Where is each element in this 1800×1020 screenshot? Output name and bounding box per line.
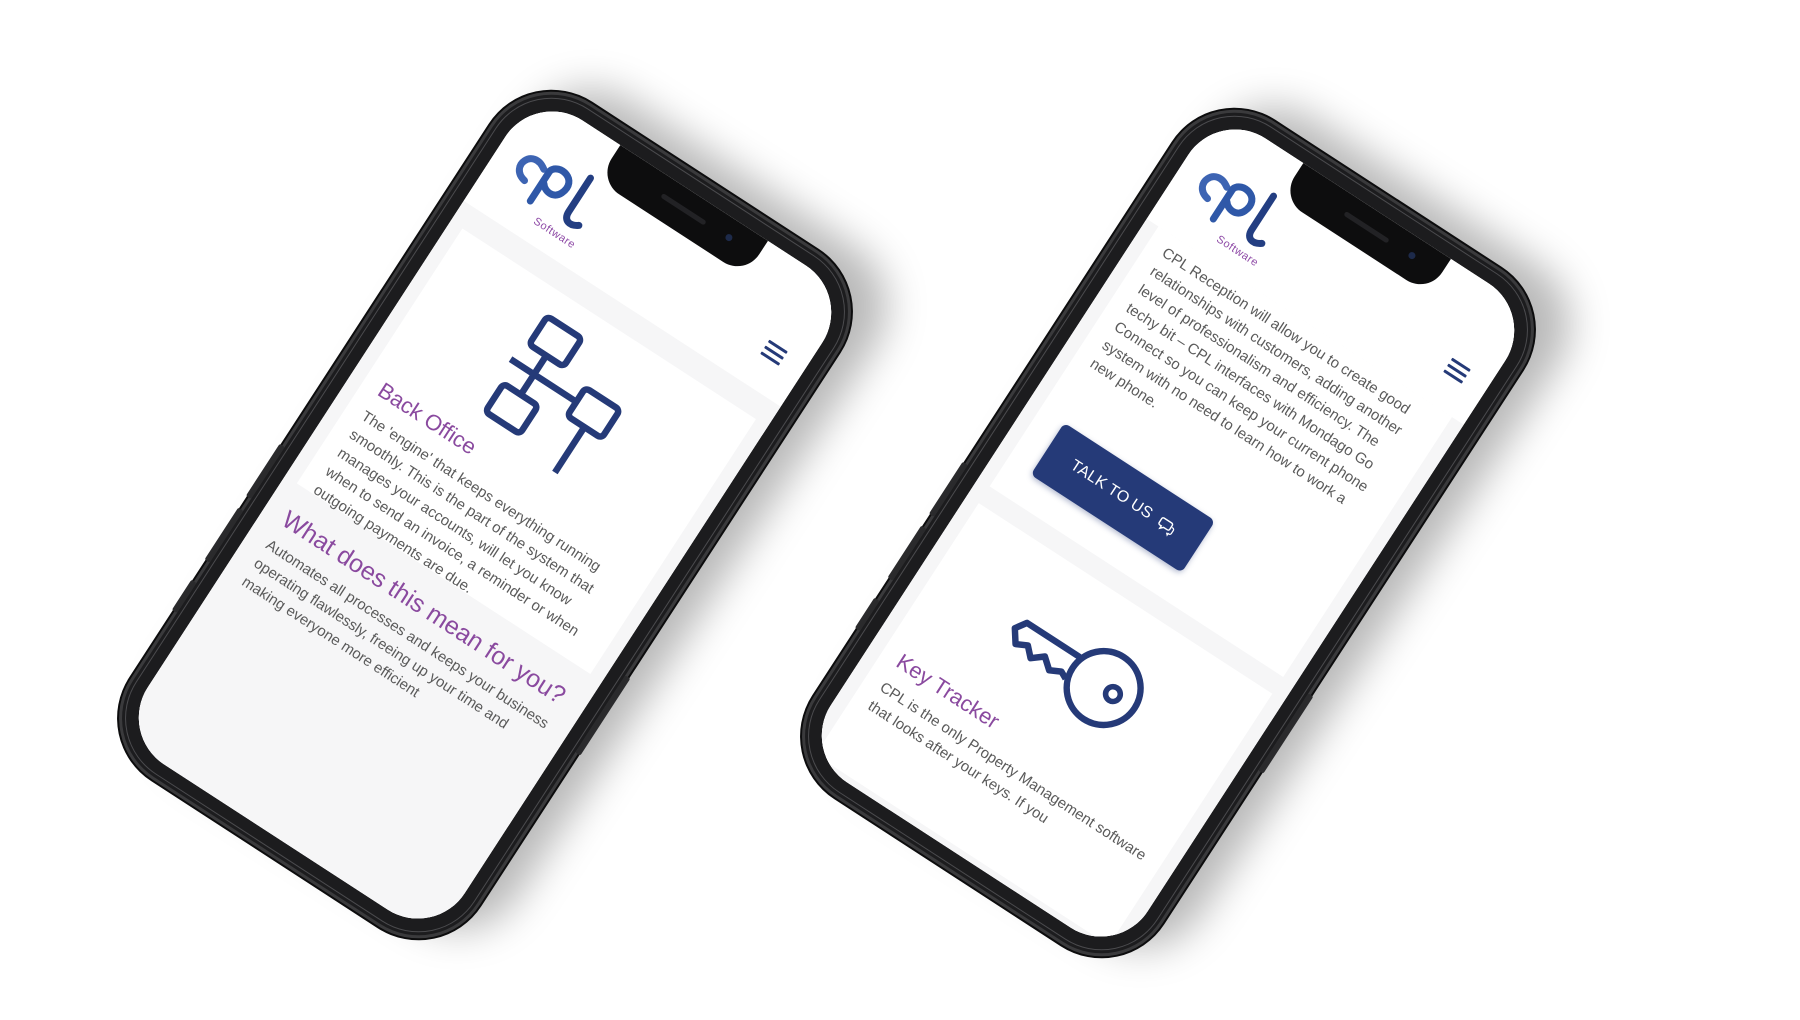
mockup-stage: Software Back Office The 'engine' that k… [0,0,1800,1020]
talk-to-us-button[interactable]: TALK TO US [1030,422,1216,573]
cta-label: TALK TO US [1067,456,1156,523]
chat-bubble-icon [1158,517,1175,537]
front-camera [1407,250,1417,261]
mobile-page: Software Back Office The 'engine' that k… [117,90,853,940]
front-camera [724,232,734,243]
speaker-grill [660,193,707,226]
phone-right-screen: Software CPL Reception will allow you to… [800,108,1536,958]
phone-left-screen: Software Back Office The 'engine' that k… [117,90,853,940]
silent-switch [171,579,197,614]
phone-left: Software Back Office The 'engine' that k… [95,67,875,963]
hamburger-menu-icon[interactable] [760,339,788,367]
phone-right: Software CPL Reception will allow you to… [778,85,1558,981]
silent-switch [854,597,880,632]
speaker-grill [1343,211,1390,244]
hamburger-menu-icon[interactable] [1443,357,1471,385]
mobile-page: Software CPL Reception will allow you to… [800,108,1536,958]
